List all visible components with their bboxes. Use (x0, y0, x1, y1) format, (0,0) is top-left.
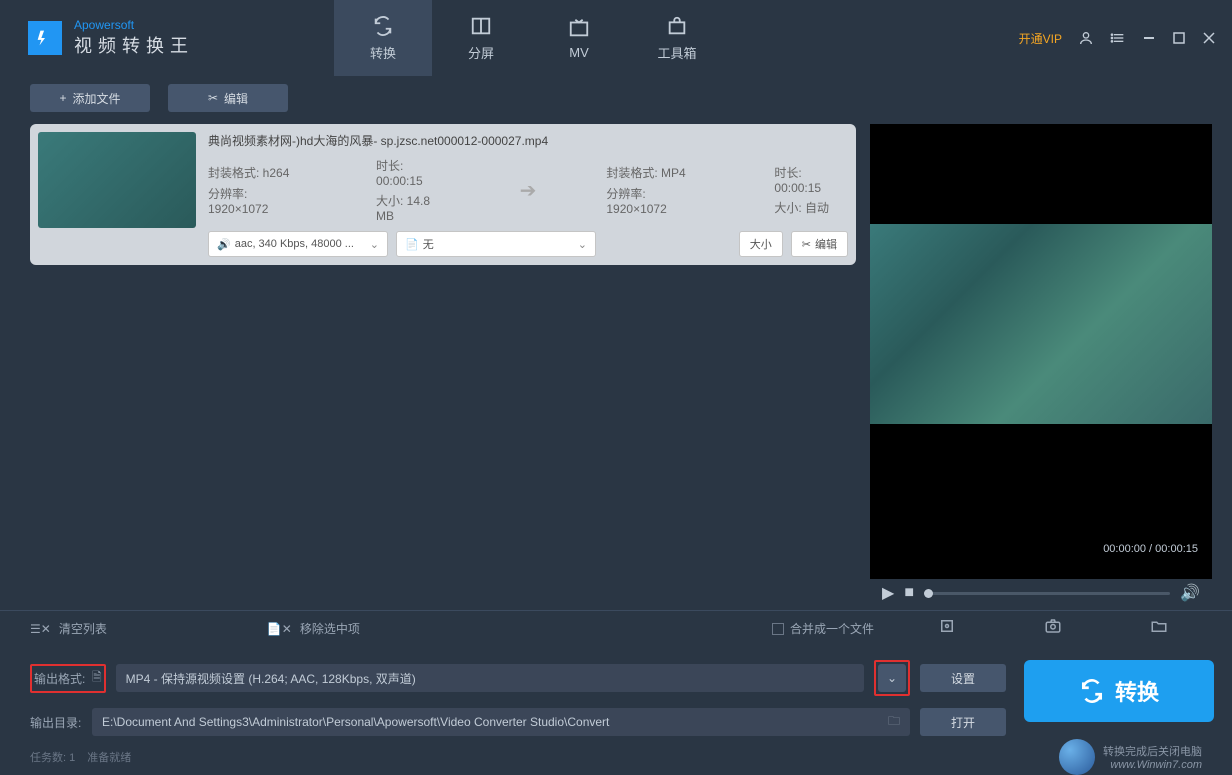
src-resolution: 分辨率: 1920×1072 (208, 185, 306, 216)
maximize-button[interactable] (1172, 31, 1186, 45)
tab-convert[interactable]: 转换 (334, 0, 432, 76)
app-logo-icon (28, 21, 62, 55)
checkbox-icon (772, 623, 784, 635)
watermark-url: www.Winwin7.com (1110, 759, 1202, 771)
remove-icon: 📄✕ (267, 622, 292, 636)
edit-button[interactable]: ✂编辑 (168, 84, 288, 112)
windows-logo-icon (1059, 739, 1095, 775)
vip-link[interactable]: 开通VIP (1019, 30, 1062, 47)
tab-convert-label: 转换 (370, 43, 396, 62)
output-settings: 输出格式: 🗎 MP4 - 保持源视频设置 (H.264; AAC, 128Kb… (0, 646, 1232, 742)
minimize-button[interactable] (1142, 31, 1156, 45)
output-format-label: 输出格式: (34, 670, 86, 687)
volume-button[interactable]: 🔊 (1180, 583, 1200, 603)
status-bar: 任务数: 1 准备就绪 转换完成后关闭电脑 www.Winwin7.com (0, 742, 1232, 772)
convert-button[interactable]: 转换 (1024, 660, 1214, 722)
dst-duration: 时长: 00:00:15 (774, 164, 848, 195)
crop-tool-icon[interactable] (938, 617, 956, 640)
file-name: 典尚视频素材网-)hd大海的风暴- sp.jzsc.net000012-0000… (208, 132, 848, 149)
arrow-right-icon: ➔ (520, 178, 537, 203)
play-button[interactable]: ▶ (882, 583, 894, 603)
clear-list-button[interactable]: ☰✕清空列表 (30, 620, 107, 637)
preview-frame (870, 224, 1212, 424)
tab-mv-label: MV (569, 45, 589, 60)
seek-thumb[interactable] (924, 589, 933, 598)
file-thumbnail (38, 132, 196, 228)
add-file-button[interactable]: +添加文件 (30, 84, 150, 112)
tab-mv[interactable]: MV (530, 0, 628, 76)
remove-selected-button[interactable]: 📄✕移除选中项 (267, 620, 360, 637)
format-dropdown-button[interactable]: ⌄ (878, 664, 906, 692)
speaker-icon: 🔊 (217, 238, 231, 251)
clear-icon: ☰✕ (30, 622, 51, 636)
size-button[interactable]: 大小 (739, 231, 783, 257)
scissors-icon: ✂ (802, 238, 811, 251)
status-ready: 准备就绪 (87, 749, 131, 765)
output-dir-field[interactable]: E:\Document And Settings3\Administrator\… (92, 708, 910, 736)
close-button[interactable] (1202, 31, 1216, 45)
user-icon[interactable] (1078, 30, 1094, 46)
merge-checkbox[interactable]: 合并成一个文件 (772, 620, 874, 637)
chevron-down-icon: ⌄ (578, 238, 587, 251)
title-right: 开通VIP (1019, 0, 1232, 76)
task-count: 任务数: 1 (30, 749, 75, 765)
tab-split-label: 分屏 (468, 43, 494, 62)
tab-split[interactable]: 分屏 (432, 0, 530, 76)
seek-bar[interactable] (924, 592, 1170, 595)
src-size: 大小: 14.8 MB (376, 192, 450, 223)
dst-resolution: 分辨率: 1920×1072 (606, 185, 704, 216)
file-item[interactable]: 典尚视频素材网-)hd大海的风暴- sp.jzsc.net000012-0000… (30, 124, 856, 265)
dst-codec: 封装格式: MP4 (606, 164, 704, 181)
preview-panel: 00:00:00 / 00:00:15 ▶ ■ 🔊 (870, 124, 1212, 579)
chevron-down-icon: ⌄ (370, 238, 379, 251)
file-list: 典尚视频素材网-)hd大海的风暴- sp.jzsc.net000012-0000… (30, 124, 856, 579)
settings-button[interactable]: 设置 (920, 664, 1006, 692)
audio-track-dropdown[interactable]: 🔊aac, 340 Kbps, 48000 ...⌄ (208, 231, 388, 257)
folder-icon[interactable]: 🗀 (888, 712, 900, 733)
tab-toolbox[interactable]: 工具箱 (628, 0, 726, 76)
toolbar: +添加文件 ✂编辑 (0, 76, 1232, 112)
preview-time: 00:00:00 / 00:00:15 (1103, 543, 1198, 555)
plus-icon: + (59, 91, 66, 105)
item-edit-button[interactable]: ✂编辑 (791, 231, 848, 257)
dst-size: 大小: 自动 (774, 199, 848, 216)
list-action-bar: ☰✕清空列表 📄✕移除选中项 合并成一个文件 (0, 610, 1232, 646)
folder-tool-icon[interactable] (1150, 617, 1168, 640)
app-title: 视频转换王 (74, 32, 194, 58)
snapshot-tool-icon[interactable] (1044, 617, 1062, 640)
player-controls: ▶ ■ 🔊 (870, 579, 1212, 607)
main-tabs: 转换 分屏 MV 工具箱 (334, 0, 726, 76)
stop-button[interactable]: ■ (904, 584, 914, 602)
title-bar: Apowersoft 视频转换王 转换 分屏 MV 工具箱 开通VIP (0, 0, 1232, 76)
output-dir-label: 输出目录: (30, 714, 82, 731)
logo-area: Apowersoft 视频转换王 (0, 0, 194, 76)
scissors-icon: ✂ (208, 91, 218, 105)
src-codec: 封装格式: h264 (208, 164, 306, 181)
output-format-field[interactable]: MP4 - 保持源视频设置 (H.264; AAC, 128Kbps, 双声道) (116, 664, 864, 692)
src-duration: 时长: 00:00:15 (376, 157, 450, 188)
open-button[interactable]: 打开 (920, 708, 1006, 736)
menu-icon[interactable] (1110, 30, 1126, 46)
format-icon: 🗎 (92, 668, 102, 689)
brand-name: Apowersoft (74, 18, 194, 32)
shutdown-after-label: 转换完成后关闭电脑 (1103, 743, 1202, 759)
subtitle-dropdown[interactable]: 📄无⌄ (396, 231, 596, 257)
subtitle-icon: 📄 (405, 238, 419, 251)
tab-toolbox-label: 工具箱 (657, 43, 696, 62)
